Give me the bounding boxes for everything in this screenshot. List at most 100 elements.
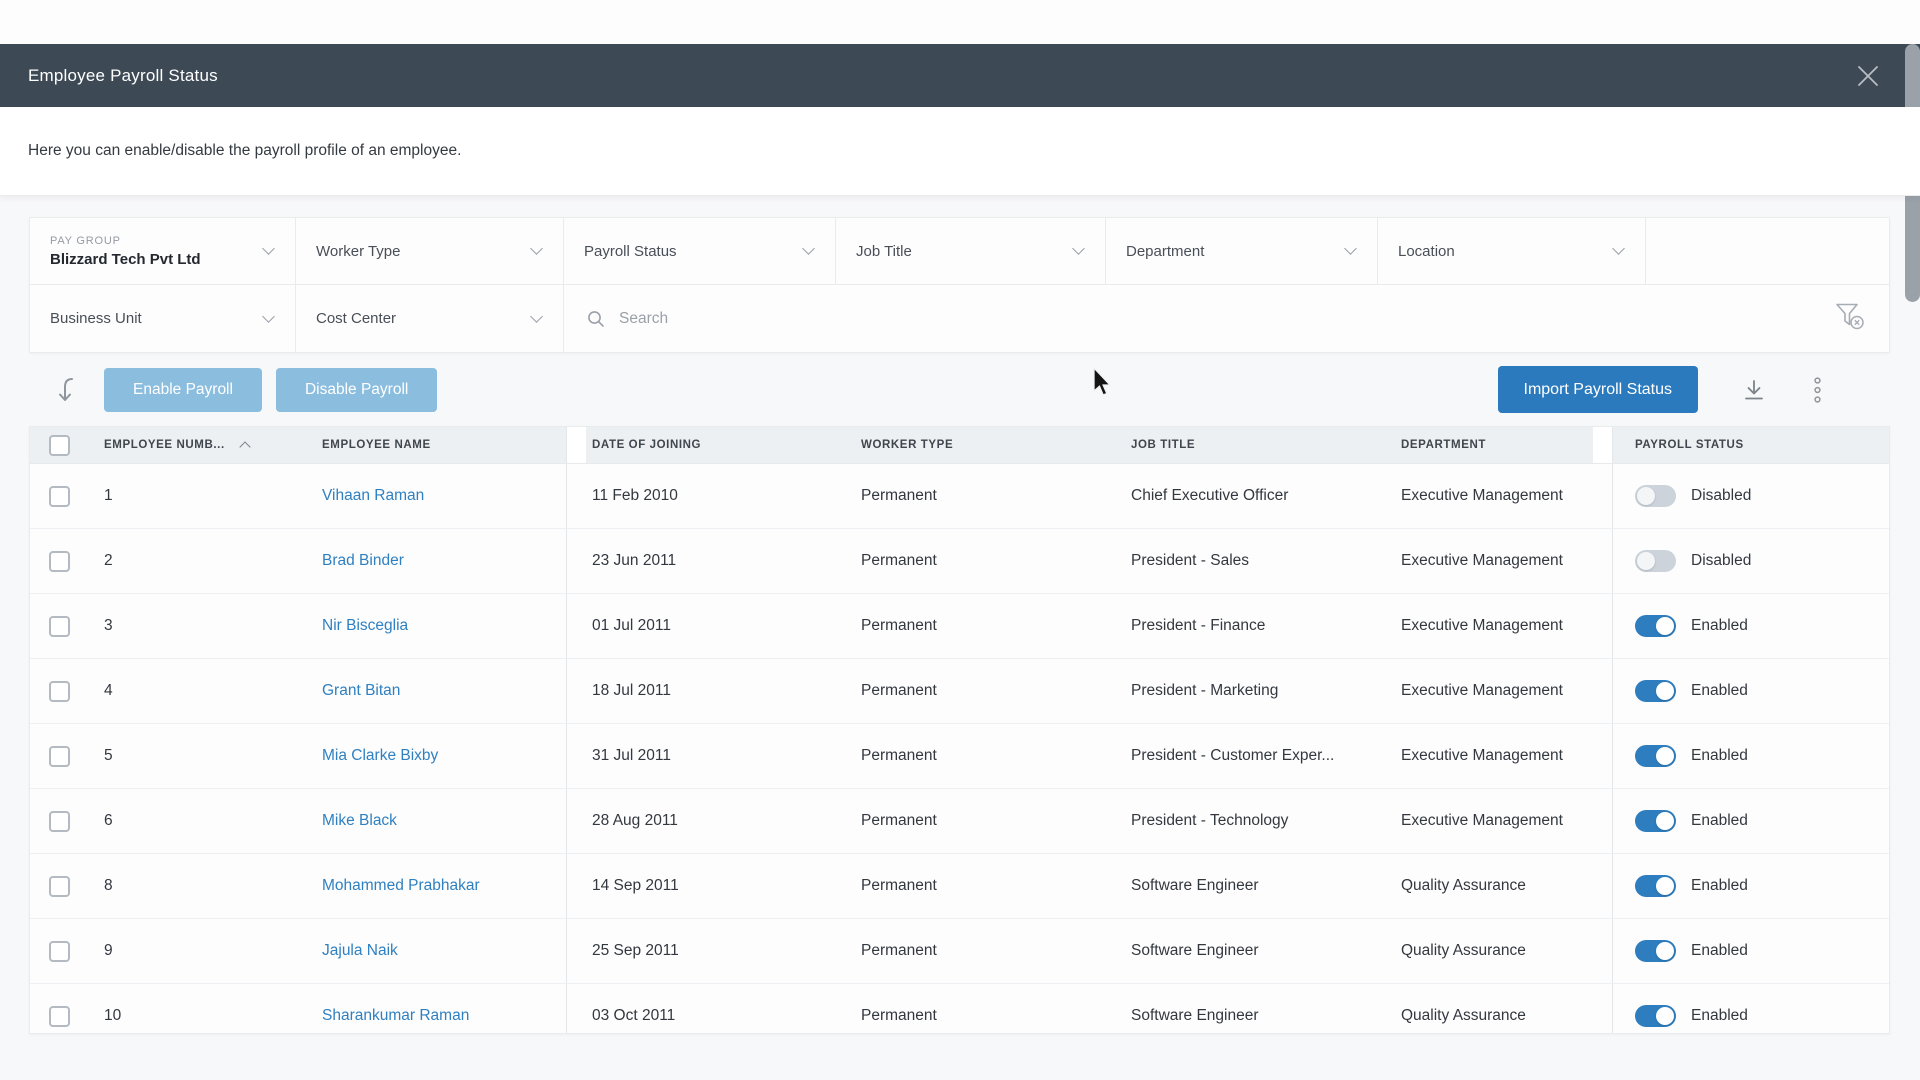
employee-name-link[interactable]: Nir Bisceglia: [322, 617, 408, 635]
payroll-status-cell: Enabled: [1613, 724, 1889, 788]
disable-payroll-button[interactable]: Disable Payroll: [276, 368, 437, 412]
employee-name-link[interactable]: Sharankumar Raman: [322, 1007, 469, 1025]
cost-center-label: Cost Center: [316, 310, 396, 327]
page-title: Employee Payroll Status: [28, 66, 218, 86]
sticky-column-divider: [566, 919, 586, 983]
employee-name-link[interactable]: Mike Black: [322, 812, 397, 830]
search-input[interactable]: [619, 310, 1719, 328]
pay-group-value: Blizzard Tech Pvt Ltd: [50, 251, 201, 268]
kebab-menu-icon[interactable]: [1813, 376, 1822, 404]
sticky-column-divider: [566, 854, 586, 918]
payroll-toggle[interactable]: [1635, 615, 1676, 637]
sticky-column-divider: [1593, 659, 1613, 723]
payroll-status-label: Enabled: [1691, 682, 1748, 700]
table-row: 1 Vihaan Raman 11 Feb 2010 Permanent Chi…: [30, 464, 1889, 529]
payroll-toggle[interactable]: [1635, 680, 1676, 702]
filter-business-unit[interactable]: Business Unit: [30, 285, 296, 352]
chevron-down-icon: [802, 242, 815, 255]
screen: Employee Payroll Status Here you can ena…: [0, 0, 1920, 1080]
payroll-status-cell: Enabled: [1613, 919, 1889, 983]
row-checkbox[interactable]: [49, 941, 70, 962]
sticky-column-divider: [1593, 464, 1613, 528]
column-header-worker-type[interactable]: WORKER TYPE: [846, 427, 1116, 463]
table-row: 9 Jajula Naik 25 Sep 2011 Permanent Soft…: [30, 919, 1889, 984]
row-checkbox[interactable]: [49, 1006, 70, 1027]
date-of-joining-cell: 01 Jul 2011: [586, 594, 846, 658]
table-row: 8 Mohammed Prabhakar 14 Sep 2011 Permane…: [30, 854, 1889, 919]
filter-cost-center[interactable]: Cost Center: [296, 285, 564, 352]
chevron-down-icon: [530, 310, 543, 323]
column-header-job-title[interactable]: JOB TITLE: [1116, 427, 1386, 463]
row-checkbox[interactable]: [49, 681, 70, 702]
payroll-toggle[interactable]: [1635, 810, 1676, 832]
column-header-employee-name[interactable]: EMPLOYEE NAME: [316, 427, 566, 463]
chevron-down-icon: [530, 242, 543, 255]
worker-type-cell: Permanent: [846, 529, 1116, 593]
date-of-joining-cell: 18 Jul 2011: [586, 659, 846, 723]
job-title-cell: President - Sales: [1116, 529, 1386, 593]
payroll-toggle[interactable]: [1635, 745, 1676, 767]
filter-payroll-status[interactable]: Payroll Status: [564, 218, 836, 284]
row-checkbox[interactable]: [49, 746, 70, 767]
filter-clear-icon: [1833, 300, 1867, 332]
column-header-date-of-joining[interactable]: DATE OF JOINING: [586, 427, 846, 463]
payroll-status-cell: Disabled: [1613, 529, 1889, 593]
filter-department[interactable]: Department: [1106, 218, 1378, 284]
close-icon: [1855, 63, 1881, 89]
payroll-status-label: Disabled: [1691, 487, 1751, 505]
department-cell: Executive Management: [1386, 659, 1593, 723]
payroll-toggle[interactable]: [1635, 940, 1676, 962]
date-of-joining-cell: 25 Sep 2011: [586, 919, 846, 983]
column-header-payroll-status[interactable]: PAYROLL STATUS: [1613, 427, 1889, 463]
employee-name-link[interactable]: Vihaan Raman: [322, 487, 424, 505]
column-header-department[interactable]: DEPARTMENT: [1386, 427, 1593, 463]
table-row: 10 Sharankumar Raman 03 Oct 2011 Permane…: [30, 984, 1889, 1034]
table-row: 2 Brad Binder 23 Jun 2011 Permanent Pres…: [30, 529, 1889, 594]
import-payroll-status-button[interactable]: Import Payroll Status: [1498, 366, 1699, 413]
download-icon[interactable]: [1740, 376, 1768, 404]
row-checkbox[interactable]: [49, 811, 70, 832]
toggle-knob: [1656, 617, 1674, 635]
sticky-column-divider: [1593, 854, 1613, 918]
department-cell: Executive Management: [1386, 529, 1593, 593]
payroll-status-cell: Enabled: [1613, 789, 1889, 853]
job-title-label: Job Title: [856, 243, 912, 260]
toggle-knob: [1656, 747, 1674, 765]
payroll-toggle[interactable]: [1635, 875, 1676, 897]
employee-name-link[interactable]: Mohammed Prabhakar: [322, 877, 480, 895]
enable-payroll-button[interactable]: Enable Payroll: [104, 368, 262, 412]
table-header-row: EMPLOYEE NUMB... EMPLOYEE NAME DATE OF J…: [30, 427, 1889, 464]
employee-number-cell: 8: [96, 854, 316, 918]
job-title-cell: President - Marketing: [1116, 659, 1386, 723]
department-cell: Executive Management: [1386, 464, 1593, 528]
date-of-joining-cell: 31 Jul 2011: [586, 724, 846, 788]
chevron-down-icon: [1072, 242, 1085, 255]
sticky-column-divider: [566, 659, 586, 723]
toggle-knob: [1637, 487, 1655, 505]
sort-descending-icon[interactable]: [56, 375, 82, 405]
close-button[interactable]: [1854, 62, 1882, 90]
payroll-toggle[interactable]: [1635, 1005, 1676, 1027]
subtitle-bar: Here you can enable/disable the payroll …: [0, 107, 1920, 196]
row-checkbox[interactable]: [49, 486, 70, 507]
column-header-employee-number[interactable]: EMPLOYEE NUMB...: [96, 427, 316, 463]
filter-pay-group[interactable]: PAY GROUP Blizzard Tech Pvt Ltd: [30, 218, 296, 284]
employee-name-link[interactable]: Brad Binder: [322, 552, 404, 570]
employee-name-link[interactable]: Grant Bitan: [322, 682, 400, 700]
employee-name-link[interactable]: Mia Clarke Bixby: [322, 747, 438, 765]
filter-worker-type[interactable]: Worker Type: [296, 218, 564, 284]
sticky-column-divider: [1593, 529, 1613, 593]
payroll-toggle[interactable]: [1635, 550, 1676, 572]
row-checkbox[interactable]: [49, 616, 70, 637]
filter-job-title[interactable]: Job Title: [836, 218, 1106, 284]
toggle-knob: [1656, 1007, 1674, 1025]
clear-filters-button[interactable]: [1833, 300, 1867, 337]
row-checkbox[interactable]: [49, 876, 70, 897]
filter-location[interactable]: Location: [1378, 218, 1646, 284]
job-title-cell: President - Finance: [1116, 594, 1386, 658]
select-all-checkbox[interactable]: [49, 435, 70, 456]
job-title-cell: Chief Executive Officer: [1116, 464, 1386, 528]
row-checkbox[interactable]: [49, 551, 70, 572]
payroll-toggle[interactable]: [1635, 485, 1676, 507]
employee-name-link[interactable]: Jajula Naik: [322, 942, 398, 960]
